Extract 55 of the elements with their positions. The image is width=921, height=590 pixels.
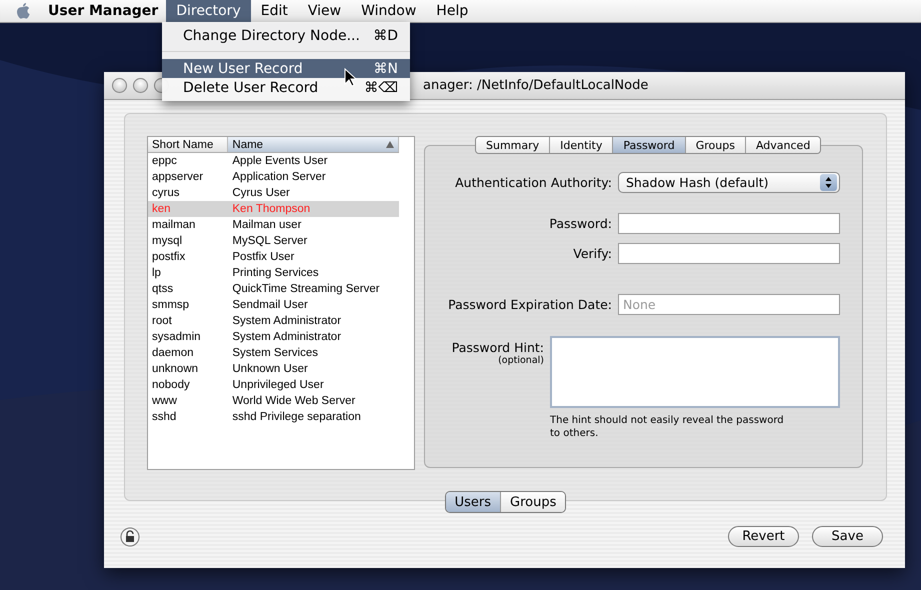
sort-arrow-icon bbox=[386, 141, 394, 148]
menu-title[interactable]: Help bbox=[426, 0, 478, 22]
hint-field[interactable] bbox=[550, 336, 840, 408]
tab[interactable]: Advanced bbox=[746, 137, 820, 153]
hint-note: The hint should not easily reveal the password to others. bbox=[550, 414, 785, 440]
apple-logo-icon[interactable] bbox=[14, 2, 32, 20]
list-row[interactable]: postfix Postfix User bbox=[148, 249, 399, 265]
list-row[interactable]: qtss QuickTime Streaming Server bbox=[148, 281, 399, 297]
field-label: Password: bbox=[548, 216, 613, 231]
column-header[interactable]: Name bbox=[228, 137, 399, 152]
tab[interactable]: Identity bbox=[550, 137, 614, 153]
field-label: Password Hint: bbox=[452, 340, 544, 355]
menu-title[interactable]: Edit bbox=[250, 0, 298, 22]
minimize-button[interactable] bbox=[133, 78, 148, 93]
menu-title[interactable]: Directory bbox=[166, 0, 251, 22]
menu-item[interactable]: Delete User Record ⌘⌫ bbox=[162, 78, 410, 97]
segment-button[interactable]: Groups bbox=[501, 492, 566, 512]
menu-item[interactable]: New User Record ⌘N bbox=[162, 59, 410, 78]
list-row[interactable]: appserver Application Server bbox=[148, 169, 399, 185]
password-field[interactable] bbox=[618, 213, 840, 234]
field-label: Authentication Authority: bbox=[454, 175, 613, 190]
tab[interactable]: Groups bbox=[686, 137, 746, 153]
list-row[interactable]: sysadmin System Administrator bbox=[148, 329, 399, 345]
push-button[interactable]: Revert bbox=[728, 526, 799, 547]
list-row[interactable]: root System Administrator bbox=[148, 313, 399, 329]
field-label: Password Expiration Date: bbox=[447, 297, 613, 312]
segment-button[interactable]: Users bbox=[446, 492, 502, 512]
popup-menu[interactable]: Shadow Hash (default) bbox=[618, 172, 840, 193]
optional-label: (optional) bbox=[498, 355, 544, 366]
menu-title[interactable]: View bbox=[298, 0, 352, 22]
list-row[interactable]: eppc Apple Events User bbox=[148, 153, 399, 169]
window-title: anager: /NetInfo/DefaultLocalNode bbox=[423, 78, 648, 93]
list-row[interactable]: sshd sshd Privilege separation bbox=[148, 409, 399, 425]
stepper-icon bbox=[820, 174, 837, 191]
pointer-cursor-icon bbox=[344, 68, 358, 88]
verify-field[interactable] bbox=[618, 243, 840, 264]
close-button[interactable] bbox=[112, 78, 127, 93]
list-row[interactable]: www World Wide Web Server bbox=[148, 393, 399, 409]
list-row[interactable]: cyrus Cyrus User bbox=[148, 185, 399, 201]
tab[interactable]: Summary bbox=[476, 137, 550, 153]
app-menu[interactable]: User Manager bbox=[48, 3, 158, 19]
list-row[interactable]: nobody Unprivileged User bbox=[148, 377, 399, 393]
list-row[interactable]: mailman Mailman user bbox=[148, 217, 399, 233]
list-row[interactable]: mysql MySQL Server bbox=[148, 233, 399, 249]
list-row[interactable]: lp Printing Services bbox=[148, 265, 399, 281]
menu-title[interactable]: Window bbox=[351, 0, 426, 22]
list-row[interactable]: smmsp Sendmail User bbox=[148, 297, 399, 313]
list-row[interactable]: daemon System Services bbox=[148, 345, 399, 361]
lock-icon[interactable] bbox=[120, 526, 140, 546]
expiration-field[interactable]: None bbox=[618, 294, 840, 315]
list-row[interactable]: unknown Unknown User bbox=[148, 361, 399, 377]
tab[interactable]: Password bbox=[613, 137, 686, 153]
menu-item[interactable]: Change Directory Node... ⌘D bbox=[162, 26, 410, 45]
field-label: Verify: bbox=[572, 246, 613, 261]
push-button[interactable]: Save bbox=[812, 526, 883, 547]
